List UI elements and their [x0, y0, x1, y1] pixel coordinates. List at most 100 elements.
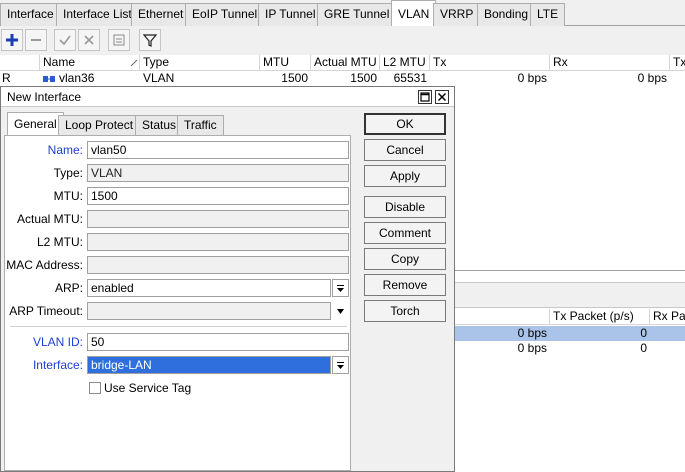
lower-pane-tabs [455, 282, 685, 308]
dropdown-arrow-icon [337, 284, 344, 292]
cancel-button[interactable]: Cancel [364, 139, 446, 161]
torch-button[interactable]: Torch [364, 300, 446, 322]
tab-vrrp[interactable]: VRRP [433, 3, 481, 26]
column-mtu[interactable]: MTU [260, 55, 311, 71]
mac-address-field [87, 256, 349, 274]
tab-eoip-tunnel[interactable]: EoIP Tunnel [185, 3, 265, 26]
actual-mtu-label: Actual MTU: [16, 212, 83, 226]
traffic-table-header: Tx Packet (p/s) Rx Pac [455, 309, 685, 325]
row-actual-mtu: 1500 [350, 72, 377, 85]
column-flag [0, 55, 40, 71]
close-button[interactable] [435, 90, 449, 104]
disable-button[interactable]: Disable [364, 196, 446, 218]
column-name[interactable]: Name [40, 55, 140, 71]
name-row: Name: vlan50 [5, 141, 352, 159]
dialog-title[interactable]: New Interface [1, 87, 454, 107]
copy-button[interactable]: Copy [364, 248, 446, 270]
traffic-row[interactable]: 0 bps 0 [455, 341, 685, 356]
plus-icon [6, 34, 18, 46]
table-header: Name Type MTU Actual MTU L2 MTU Tx Rx Tx [0, 55, 685, 71]
maximize-button[interactable] [418, 90, 432, 104]
row-rx: 0 bps [637, 72, 667, 85]
tab-gre-tunnel[interactable]: GRE Tunnel [317, 3, 397, 26]
cross-icon [84, 35, 94, 45]
arp-timeout-label: ARP Timeout: [9, 304, 83, 318]
traffic-row-tx-packet: 0 [640, 342, 647, 355]
new-interface-dialog: New Interface General Loop Protect Statu… [0, 86, 455, 472]
tab-interface-list[interactable]: Interface List [56, 3, 139, 26]
tab-vlan[interactable]: VLAN [391, 0, 437, 27]
check-icon [59, 35, 71, 46]
add-button[interactable] [1, 29, 23, 51]
filter-button[interactable] [139, 29, 161, 51]
enable-button[interactable] [54, 29, 76, 51]
actual-mtu-row: Actual MTU: [5, 210, 352, 228]
table-row[interactable]: R vlan36 VLAN 1500 1500 65531 0 bps 0 bp… [0, 72, 685, 86]
column-rx[interactable]: Rx [550, 55, 670, 71]
use-service-tag-label[interactable]: Use Service Tag [104, 381, 191, 395]
dropdown-arrow-icon [337, 361, 344, 369]
mtu-label: MTU: [53, 189, 83, 203]
comment-button[interactable] [108, 29, 130, 51]
row-flag: R [2, 72, 11, 85]
tab-status[interactable]: Status [135, 115, 184, 136]
arp-timeout-row: ARP Timeout: [5, 302, 352, 320]
mtu-input[interactable]: 1500 [87, 187, 349, 205]
traffic-row-tx-packet: 0 [640, 327, 647, 340]
name-input[interactable]: vlan50 [87, 141, 349, 159]
tab-loop-protect[interactable]: Loop Protect [58, 115, 141, 136]
name-label: Name: [47, 143, 83, 157]
disable-button[interactable] [78, 29, 100, 51]
row-l2-mtu: 65531 [393, 72, 427, 85]
interface-select[interactable]: bridge-LAN [87, 356, 331, 374]
pane-divider[interactable] [455, 270, 685, 271]
actual-mtu-field [87, 210, 349, 228]
arp-dropdown-button[interactable] [332, 279, 349, 297]
arp-label: ARP: [54, 281, 83, 295]
vlan-id-row: VLAN ID: 50 [5, 333, 352, 351]
interface-label: Interface: [32, 358, 83, 372]
arp-row: ARP: enabled [5, 279, 352, 297]
column-rate[interactable] [455, 309, 550, 325]
tab-interface[interactable]: Interface [0, 3, 61, 26]
mtu-row: MTU: 1500 [5, 187, 352, 205]
remove-button[interactable]: Remove [364, 274, 446, 296]
column-l2-mtu[interactable]: L2 MTU [380, 55, 430, 71]
interface-tabs: Interface Interface List Ethernet EoIP T… [0, 0, 685, 27]
tab-ethernet[interactable]: Ethernet [131, 3, 191, 26]
note-icon [113, 34, 125, 46]
traffic-row-rate: 0 bps [517, 342, 547, 355]
tab-bonding[interactable]: Bonding [477, 3, 536, 26]
apply-button[interactable]: Apply [364, 165, 446, 187]
ok-button[interactable]: OK [364, 113, 446, 135]
close-icon [437, 92, 447, 102]
column-tx-packet[interactable]: Tx [670, 55, 685, 71]
column-type[interactable]: Type [140, 55, 260, 71]
arp-timeout-expand-button[interactable] [332, 302, 349, 320]
section-divider [10, 326, 347, 327]
vlan-id-input[interactable]: 50 [87, 333, 349, 351]
vlan-id-label: VLAN ID: [32, 335, 83, 349]
tab-ip-tunnel[interactable]: IP Tunnel [258, 3, 323, 26]
column-rx-packet[interactable]: Rx Pac [650, 309, 685, 325]
type-label: Type: [53, 166, 83, 180]
use-service-tag-checkbox[interactable] [89, 382, 101, 394]
traffic-row[interactable]: 0 bps 0 [455, 326, 685, 341]
maximize-icon [420, 92, 430, 102]
remove-button[interactable] [25, 29, 47, 51]
tab-lte[interactable]: LTE [530, 3, 566, 26]
minus-icon [31, 39, 41, 41]
tab-general[interactable]: General [7, 112, 64, 136]
column-tx-packet-ps[interactable]: Tx Packet (p/s) [550, 309, 650, 325]
column-actual-mtu[interactable]: Actual MTU [311, 55, 380, 71]
filter-icon [143, 34, 157, 47]
row-mtu: 1500 [281, 72, 308, 85]
column-tx[interactable]: Tx [430, 55, 550, 71]
tab-traffic[interactable]: Traffic [177, 115, 224, 136]
comment-button[interactable]: Comment [364, 222, 446, 244]
interface-dropdown-button[interactable] [332, 356, 349, 374]
arp-select[interactable]: enabled [87, 279, 331, 297]
toolbar [0, 26, 685, 55]
l2-mtu-label: L2 MTU: [36, 235, 83, 249]
sort-indicator-icon [130, 59, 138, 67]
